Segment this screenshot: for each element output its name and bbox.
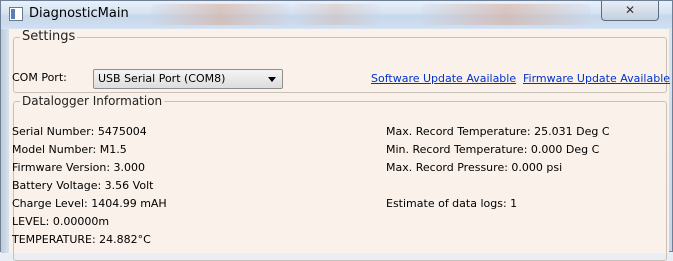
title-bar-background-blur [291,4,381,25]
chevron-down-icon [268,77,276,82]
diagnostic-window: DiagnosticMain ✕ Settings COM Port: USB … [0,0,673,261]
charge-level-field: Charge Level: 1404.99 mAH [12,197,167,210]
window-title: DiagnosticMain [29,6,129,21]
title-bar-background-blur [421,4,591,25]
client-area: Settings COM Port: USB Serial Port (COM8… [9,29,670,261]
com-port-value: USB Serial Port (COM8) [98,72,226,85]
com-port-label: COM Port: [12,71,67,84]
firmware-version-field: Firmware Version: 3.000 [12,161,146,174]
temperature-field: TEMPERATURE: 24.882°C [12,233,151,246]
com-port-select[interactable]: USB Serial Port (COM8) [93,69,283,89]
window-frame-left [1,29,9,253]
max-record-pressure-field: Max. Record Pressure: 0.000 psi [386,161,563,174]
battery-voltage-field: Battery Voltage: 3.56 Volt [12,179,154,192]
firmware-update-link[interactable]: Firmware Update Available [523,72,670,85]
title-bar-background-blur [151,4,291,25]
close-button[interactable]: ✕ [601,1,659,21]
app-icon [9,7,23,21]
max-record-temperature-field: Max. Record Temperature: 25.031 Deg C [386,125,610,138]
software-update-link[interactable]: Software Update Available [371,72,516,85]
serial-number-field: Serial Number: 5475004 [12,125,147,138]
title-bar[interactable]: DiagnosticMain ✕ [1,1,672,28]
estimate-data-logs-field: Estimate of data logs: 1 [386,197,518,210]
datalogger-info-caption: Datalogger Information [20,94,165,108]
model-number-field: Model Number: M1.5 [12,143,127,156]
close-icon: ✕ [624,3,636,17]
min-record-temperature-field: Min. Record Temperature: 0.000 Deg C [386,143,600,156]
level-field: LEVEL: 0.00000m [12,215,110,228]
settings-caption: Settings [20,29,78,44]
